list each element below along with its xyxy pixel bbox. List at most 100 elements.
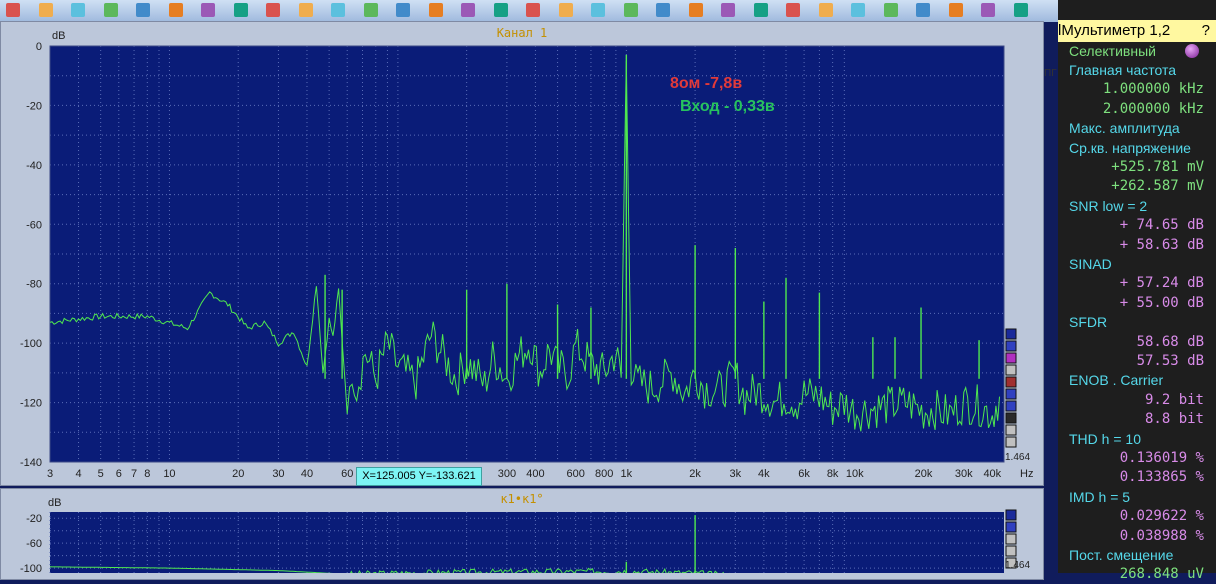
sub-channel-toggle-button[interactable] — [1005, 533, 1017, 545]
sub-channel-toggle-button[interactable] — [1005, 521, 1017, 533]
file-icon[interactable] — [688, 3, 703, 17]
reading-value: + 74.65 dB — [1119, 217, 1204, 234]
channel-toggle-button[interactable] — [1005, 412, 1017, 424]
channel-toggle-button[interactable] — [1005, 424, 1017, 436]
x-tick-label: 60 — [341, 468, 353, 480]
reading-value: 58.68 dB — [1136, 333, 1204, 350]
x-tick-label: 7 — [131, 468, 137, 480]
y-axis-label: dB — [52, 30, 65, 42]
reading-value: 0.038988 % — [1119, 527, 1204, 544]
y-tick-label: -60 — [26, 219, 42, 231]
channel-toggle-button[interactable] — [1005, 400, 1017, 412]
sub-y-tick-label: -60 — [26, 538, 42, 550]
reading-value: 0.029622 % — [1119, 508, 1204, 525]
file-icon[interactable] — [298, 3, 313, 17]
pencil-icon[interactable] — [591, 3, 605, 17]
annotation-red: 8ом -7,8в — [670, 75, 743, 92]
multimeter-title: lМультиметр 1,2 ? — [1058, 20, 1216, 42]
chat-icon[interactable] — [493, 3, 508, 17]
star-icon[interactable] — [168, 3, 183, 17]
reading-label: Пост. смещение — [1069, 547, 1174, 563]
google-icon[interactable] — [721, 3, 735, 17]
reading-value: 1.000000 kHz — [1102, 81, 1204, 98]
y-tick-label: -100 — [20, 338, 42, 350]
x-tick-label: 1k — [621, 468, 633, 480]
y-tick-label: -20 — [26, 100, 42, 112]
pencil-icon[interactable] — [656, 3, 670, 17]
channel-toggle-button[interactable] — [1005, 376, 1017, 388]
reading-value: + 58.63 dB — [1119, 236, 1204, 253]
bookmark-icon[interactable] — [753, 3, 768, 17]
file-icon[interactable] — [428, 3, 443, 17]
channel-toggle-button[interactable] — [1005, 388, 1017, 400]
channel-toggle-button[interactable] — [1005, 328, 1017, 340]
file-icon[interactable] — [883, 3, 898, 17]
x-tick-label: 400 — [526, 468, 544, 480]
reading-label: ENOB . Carrier — [1069, 372, 1164, 389]
arrow-icon[interactable] — [363, 3, 378, 17]
reading-label: IMD h = 5 — [1069, 488, 1131, 505]
sub-chart[interactable]: -20-60-100-140dB1.464 — [0, 488, 1042, 573]
reading-label: SFDR — [1069, 314, 1108, 331]
mode-indicator-icon[interactable] — [1185, 44, 1199, 58]
reading-value: 57.53 dB — [1136, 353, 1204, 369]
reading-value: 0.136019 % — [1119, 450, 1204, 466]
globe-icon[interactable] — [233, 3, 248, 17]
help-button[interactable]: ? — [1202, 20, 1210, 42]
reading-value: + 55.00 dB — [1119, 294, 1204, 311]
music-icon[interactable] — [461, 3, 475, 17]
x-tick-label: 600 — [566, 468, 584, 480]
pencil-icon[interactable] — [818, 3, 833, 17]
reading-label: Макс. амплитуда — [1069, 120, 1180, 137]
reading-value: 268.848 uV — [1119, 566, 1204, 583]
x-tick-label: 40k — [983, 468, 1001, 480]
reading-value: +262.587 mV — [1111, 178, 1204, 195]
star-icon[interactable] — [558, 3, 573, 17]
picture-icon[interactable] — [38, 3, 53, 17]
file-icon[interactable] — [786, 3, 800, 17]
channel-toggle-button[interactable] — [1005, 340, 1017, 352]
sub-channel-toggle-button[interactable] — [1005, 545, 1017, 557]
pencil-icon[interactable] — [981, 3, 995, 17]
app-icon[interactable] — [6, 3, 20, 17]
channel-toggle-button[interactable] — [1005, 352, 1017, 364]
annotation-green: Вход - 0,33в — [680, 98, 775, 115]
google-icon[interactable] — [331, 3, 345, 17]
x-tick-label: 4k — [758, 468, 770, 480]
x-tick-label: 300 — [498, 468, 516, 480]
close-icon[interactable] — [1013, 3, 1028, 17]
y-tick-label: -120 — [20, 398, 42, 410]
scale-tag: 1.464 — [1005, 452, 1030, 463]
file-icon[interactable] — [851, 3, 865, 17]
channel-toggle-button[interactable] — [1005, 364, 1017, 376]
file-icon[interactable] — [71, 3, 85, 17]
reading-label: SINAD — [1069, 256, 1112, 272]
x-tick-label: 2k — [689, 468, 701, 480]
sub-y-tick-label: -20 — [26, 513, 42, 525]
pencil-icon[interactable] — [103, 3, 118, 17]
sub-channel-toggle-button[interactable] — [1005, 509, 1017, 521]
folder-icon[interactable] — [136, 3, 150, 17]
spectrum-chart[interactable]: 0 -20 -40 -60 -80 -100 -120 -140 dB 3 4 5 6 7 8 10 20 30 4… — [0, 21, 1042, 484]
cursor-readout: X=125.005 Y=-133.621 — [356, 467, 482, 486]
taskbar — [0, 0, 1058, 22]
sub-y-tick-label: -100 — [20, 563, 42, 573]
pencil-icon[interactable] — [266, 3, 280, 17]
x-tick-label: 8k — [827, 468, 839, 480]
globe-icon[interactable] — [948, 3, 963, 17]
file-icon[interactable] — [916, 3, 930, 17]
reading-value: 0.133865 % — [1119, 469, 1204, 486]
file-icon[interactable] — [526, 3, 540, 17]
pencil-icon[interactable] — [201, 3, 215, 17]
y-tick-label: -80 — [26, 279, 42, 291]
x-tick-label: 800 — [595, 468, 613, 480]
x-tick-label: 20 — [232, 468, 244, 480]
sub-scale-tag: 1.464 — [1005, 560, 1030, 571]
x-tick-label: 3 — [47, 468, 53, 480]
file-icon[interactable] — [623, 3, 638, 17]
map-icon[interactable] — [396, 3, 410, 17]
x-tick-label: 6 — [116, 468, 122, 480]
channel-toggle-button[interactable] — [1005, 436, 1017, 448]
reading-value: 8.8 bit — [1144, 411, 1204, 428]
multimeter-title-text: lМультиметр 1,2 — [1058, 22, 1171, 39]
